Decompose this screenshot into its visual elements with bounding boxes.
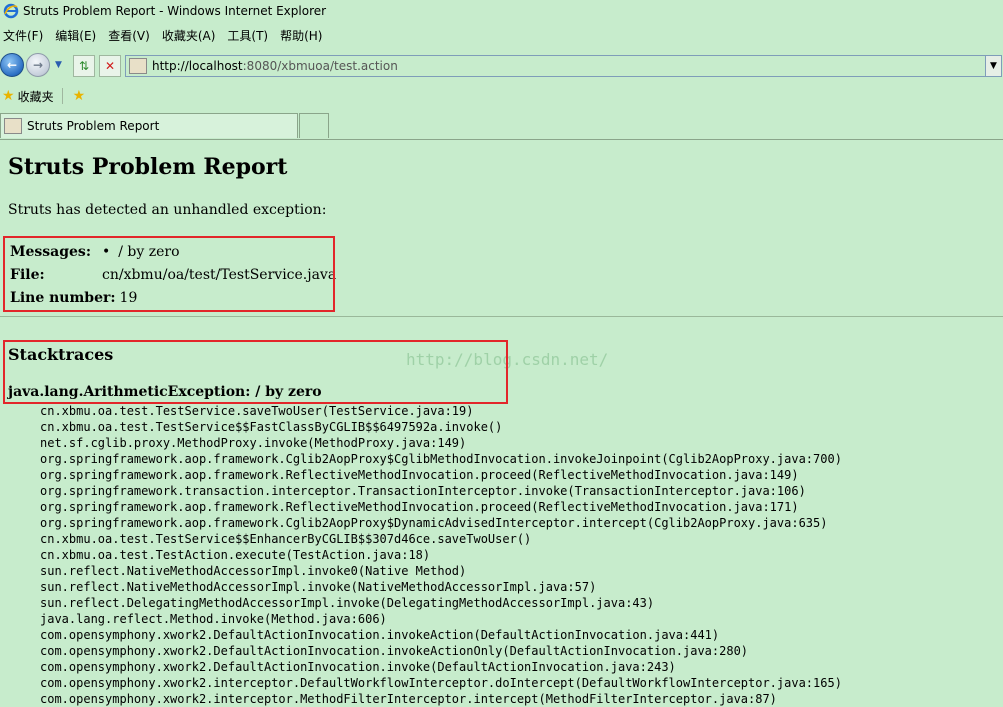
messages-highlight-box	[3, 236, 335, 312]
section-divider	[0, 316, 1003, 317]
refresh-icon: ⇅	[78, 59, 90, 73]
menu-file[interactable]: 文件(F)	[3, 27, 43, 44]
favorites-label[interactable]: 收藏夹	[18, 88, 54, 105]
address-url[interactable]: http://localhost:8080/xbmuoa/test.action	[152, 59, 398, 73]
history-dropdown-icon[interactable]: ▼	[55, 60, 62, 70]
ie-logo-icon	[3, 3, 19, 19]
back-button[interactable]: ←	[0, 53, 24, 77]
favorites-bar: ★ 收藏夹 ★	[0, 86, 1003, 106]
tab-label: Struts Problem Report	[27, 119, 160, 133]
forward-arrow-icon: →	[32, 58, 44, 72]
stacktrace-line: org.springframework.aop.framework.Cglib2…	[40, 452, 842, 466]
stacktrace-line: net.sf.cglib.proxy.MethodProxy.invoke(Me…	[40, 436, 467, 450]
tab-struts-problem-report[interactable]: Struts Problem Report	[0, 113, 298, 138]
stacktrace-line: cn.xbmu.oa.test.TestService$$EnhancerByC…	[40, 532, 532, 546]
page-content: Struts Problem Report Struts has detecte…	[0, 140, 1003, 706]
add-favorite-icon[interactable]: ★	[73, 88, 86, 104]
stacktrace-line: java.lang.reflect.Method.invoke(Method.j…	[40, 612, 387, 626]
tab-favicon-icon	[4, 118, 22, 134]
tab-row: Struts Problem Report	[0, 113, 1003, 140]
favorites-divider	[61, 88, 63, 104]
window-title: Struts Problem Report - Windows Internet…	[23, 4, 327, 18]
stacktrace-line: cn.xbmu.oa.test.TestAction.execute(TestA…	[40, 548, 431, 562]
address-dropdown-icon[interactable]: ▼	[985, 56, 1001, 76]
refresh-button[interactable]: ⇅	[73, 55, 95, 77]
menu-tools[interactable]: 工具(T)	[227, 27, 268, 44]
stacktrace-line: com.opensymphony.xwork2.interceptor.Defa…	[40, 676, 842, 690]
stacktrace-line: com.opensymphony.xwork2.DefaultActionInv…	[40, 644, 749, 658]
window-titlebar: Struts Problem Report - Windows Internet…	[0, 0, 1003, 22]
new-tab-button[interactable]	[299, 113, 329, 138]
forward-button[interactable]: →	[26, 53, 50, 77]
stacktrace-line: org.springframework.aop.framework.Reflec…	[40, 500, 799, 514]
page-favicon-icon	[129, 58, 147, 74]
address-bar[interactable]: http://localhost:8080/xbmuoa/test.action…	[125, 55, 1002, 77]
stacktrace-line: cn.xbmu.oa.test.TestService$$FastClassBy…	[40, 420, 503, 434]
stacktrace-list: cn.xbmu.oa.test.TestService.saveTwoUser(…	[40, 403, 842, 707]
back-arrow-icon: ←	[6, 58, 18, 72]
menu-view[interactable]: 查看(V)	[108, 27, 150, 44]
stacktrace-line: com.opensymphony.xwork2.interceptor.Meth…	[40, 692, 777, 706]
stacktrace-line: org.springframework.aop.framework.Reflec…	[40, 468, 799, 482]
stacktrace-line: sun.reflect.DelegatingMethodAccessorImpl…	[40, 596, 655, 610]
stacktrace-highlight-box	[3, 340, 508, 404]
menu-help[interactable]: 帮助(H)	[280, 27, 322, 44]
intro-text: Struts has detected an unhandled excepti…	[8, 202, 327, 218]
stacktrace-line: com.opensymphony.xwork2.DefaultActionInv…	[40, 660, 676, 674]
stacktrace-line: cn.xbmu.oa.test.TestService.saveTwoUser(…	[40, 404, 474, 418]
stop-icon: ✕	[104, 59, 116, 73]
navigation-bar: ← → ▼ ⇅ ✕ http://localhost:8080/xbmuoa/t…	[0, 50, 1003, 82]
stacktrace-line: org.springframework.transaction.intercep…	[40, 484, 806, 498]
menu-favorites[interactable]: 收藏夹(A)	[162, 27, 216, 44]
stacktrace-line: org.springframework.aop.framework.Cglib2…	[40, 516, 828, 530]
menu-edit[interactable]: 编辑(E)	[55, 27, 96, 44]
menu-bar: 文件(F) 编辑(E) 查看(V) 收藏夹(A) 工具(T) 帮助(H)	[0, 24, 1003, 46]
stacktrace-line: sun.reflect.NativeMethodAccessorImpl.inv…	[40, 564, 467, 578]
stop-button[interactable]: ✕	[99, 55, 121, 77]
page-title: Struts Problem Report	[8, 154, 288, 180]
favorites-star-icon[interactable]: ★	[2, 88, 15, 104]
stacktrace-line: com.opensymphony.xwork2.DefaultActionInv…	[40, 628, 720, 642]
stacktrace-line: sun.reflect.NativeMethodAccessorImpl.inv…	[40, 580, 597, 594]
